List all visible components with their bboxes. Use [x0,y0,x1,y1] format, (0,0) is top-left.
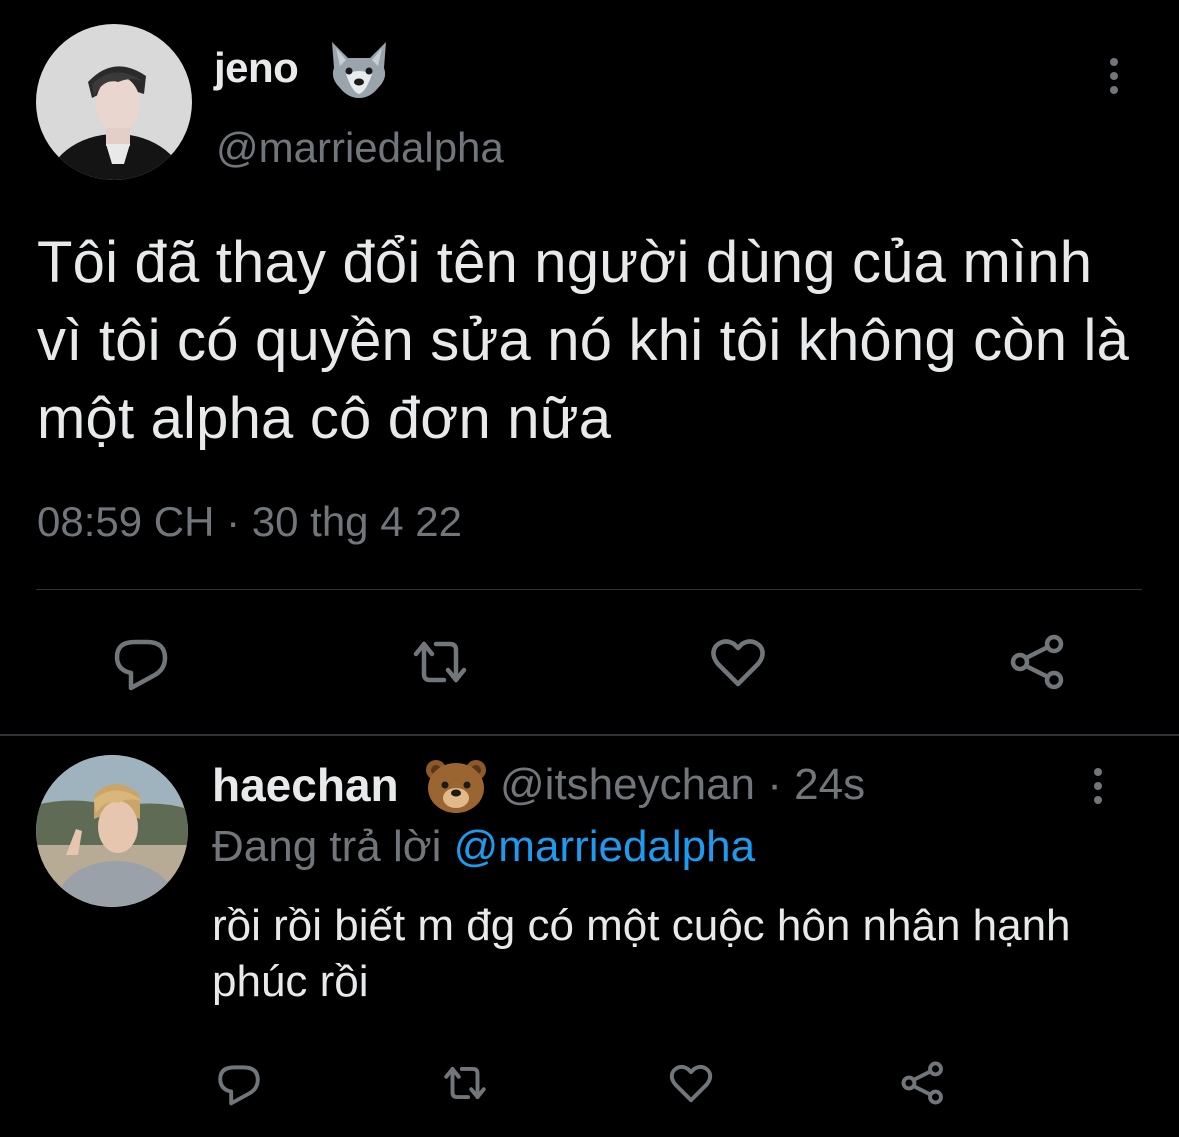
reply-icon[interactable] [109,630,173,694]
author-display-name[interactable]: jeno [214,44,299,92]
like-icon[interactable] [666,1058,716,1108]
section-divider [0,734,1179,736]
share-icon[interactable] [1006,630,1070,694]
share-icon[interactable] [898,1058,948,1108]
author-avatar[interactable] [36,24,192,180]
more-options-icon[interactable] [1100,56,1128,96]
replying-prefix: Đang trả lời [212,822,454,871]
reply-display-name[interactable]: haechan [212,758,399,812]
retweet-icon[interactable] [440,1058,490,1108]
like-icon[interactable] [706,630,770,694]
tweet-text: Tôi đã thay đổi tên người dùng của mình … [37,230,1130,451]
reply-text: rồi rồi biết m đg có một cuộc hôn nhân h… [212,901,1071,1006]
replying-mention-link[interactable]: @marriedalpha [454,822,755,871]
reply-icon[interactable] [214,1058,264,1108]
author-handle[interactable]: @marriedalpha [216,124,504,172]
more-options-icon[interactable] [1084,766,1112,806]
avatar-photo [36,755,188,907]
reply-handle-time[interactable]: @itsheychan · 24s [500,760,865,810]
tweet-timestamp[interactable]: 08:59 CH · 30 thg 4 22 [37,498,462,546]
reply-author-avatar[interactable] [36,755,188,907]
avatar-photo [36,24,192,180]
bear-emoji-icon [424,758,488,814]
wolf-emoji-icon [326,38,392,100]
divider [36,589,1142,590]
replying-to: Đang trả lời @marriedalpha [212,822,755,872]
retweet-icon[interactable] [408,630,472,694]
